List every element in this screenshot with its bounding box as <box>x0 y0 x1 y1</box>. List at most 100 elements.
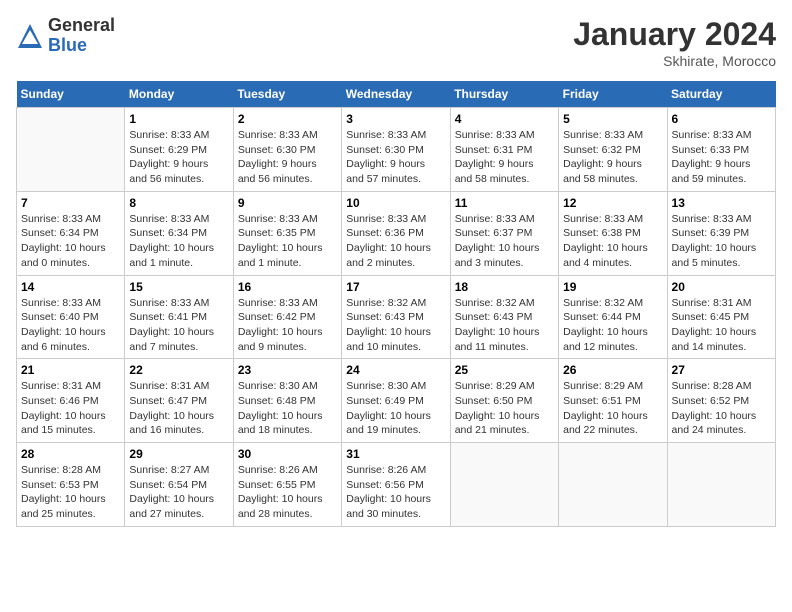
calendar-cell: 20Sunrise: 8:31 AM Sunset: 6:45 PM Dayli… <box>667 275 775 359</box>
day-number: 28 <box>21 447 120 461</box>
calendar-cell: 13 Sunrise: 8:33 AM Sunset: 6:39 PM Dayli… <box>667 191 775 275</box>
day-number: 14 <box>21 280 120 294</box>
calendar-cell: 11 Sunrise: 8:33 AM Sunset: 6:37 PM Dayli… <box>450 191 558 275</box>
day-number: 6 <box>672 112 771 126</box>
header-thursday: Thursday <box>450 81 558 108</box>
day-number: 27 <box>672 363 771 377</box>
day-info: Sunrise: 8:26 AM Sunset: 6:55 PM Dayligh… <box>238 463 337 522</box>
header-wednesday: Wednesday <box>342 81 450 108</box>
logo-blue: Blue <box>48 36 115 56</box>
day-info: Sunrise: 8:33 AM Sunset: 6:37 PM Dayligh… <box>455 212 554 271</box>
day-number: 10 <box>346 196 445 210</box>
day-info: Sunrise: 8:33 AM Sunset: 6:38 PM Dayligh… <box>563 212 662 271</box>
day-number: 7 <box>21 196 120 210</box>
calendar-cell <box>450 443 558 527</box>
day-number: 16 <box>238 280 337 294</box>
calendar-cell: 19Sunrise: 8:32 AM Sunset: 6:44 PM Dayli… <box>559 275 667 359</box>
calendar-cell: 18 Sunrise: 8:32 AM Sunset: 6:43 PM Dayli… <box>450 275 558 359</box>
logo-icon <box>16 22 44 50</box>
day-number: 15 <box>129 280 228 294</box>
day-number: 29 <box>129 447 228 461</box>
header-tuesday: Tuesday <box>233 81 341 108</box>
calendar-week-row: 21 Sunrise: 8:31 AM Sunset: 6:46 PM Dayli… <box>17 359 776 443</box>
page-header: General Blue January 2024 Skhirate, Moro… <box>16 16 776 69</box>
calendar-cell: 21 Sunrise: 8:31 AM Sunset: 6:46 PM Dayli… <box>17 359 125 443</box>
calendar-cell: 3Sunrise: 8:33 AM Sunset: 6:30 PM Daylig… <box>342 108 450 192</box>
day-number: 24 <box>346 363 445 377</box>
day-info: Sunrise: 8:30 AM Sunset: 6:48 PM Dayligh… <box>238 379 337 438</box>
day-number: 5 <box>563 112 662 126</box>
calendar-header-row: SundayMondayTuesdayWednesdayThursdayFrid… <box>17 81 776 108</box>
calendar-cell <box>17 108 125 192</box>
day-number: 25 <box>455 363 554 377</box>
day-info: Sunrise: 8:29 AM Sunset: 6:51 PM Dayligh… <box>563 379 662 438</box>
day-number: 31 <box>346 447 445 461</box>
day-info: Sunrise: 8:28 AM Sunset: 6:52 PM Dayligh… <box>672 379 771 438</box>
day-info: Sunrise: 8:31 AM Sunset: 6:47 PM Dayligh… <box>129 379 228 438</box>
calendar-week-row: 28 Sunrise: 8:28 AM Sunset: 6:53 PM Dayli… <box>17 443 776 527</box>
calendar-cell: 9Sunrise: 8:33 AM Sunset: 6:35 PM Daylig… <box>233 191 341 275</box>
calendar-cell: 22 Sunrise: 8:31 AM Sunset: 6:47 PM Dayli… <box>125 359 233 443</box>
day-number: 4 <box>455 112 554 126</box>
calendar-cell: 6 Sunrise: 8:33 AM Sunset: 6:33 PM Daylig… <box>667 108 775 192</box>
day-number: 30 <box>238 447 337 461</box>
calendar-cell: 24 Sunrise: 8:30 AM Sunset: 6:49 PM Dayli… <box>342 359 450 443</box>
day-info: Sunrise: 8:31 AM Sunset: 6:46 PM Dayligh… <box>21 379 120 438</box>
day-number: 21 <box>21 363 120 377</box>
logo-general: General <box>48 16 115 36</box>
calendar-cell: 29 Sunrise: 8:27 AM Sunset: 6:54 PM Dayli… <box>125 443 233 527</box>
calendar-cell: 15Sunrise: 8:33 AM Sunset: 6:41 PM Dayli… <box>125 275 233 359</box>
day-number: 22 <box>129 363 228 377</box>
day-info: Sunrise: 8:31 AM Sunset: 6:45 PM Dayligh… <box>672 296 771 355</box>
day-number: 9 <box>238 196 337 210</box>
calendar-week-row: 14Sunrise: 8:33 AM Sunset: 6:40 PM Dayli… <box>17 275 776 359</box>
calendar-week-row: 1Sunrise: 8:33 AM Sunset: 6:29 PM Daylig… <box>17 108 776 192</box>
calendar-cell: 14Sunrise: 8:33 AM Sunset: 6:40 PM Dayli… <box>17 275 125 359</box>
day-number: 12 <box>563 196 662 210</box>
day-info: Sunrise: 8:32 AM Sunset: 6:43 PM Dayligh… <box>346 296 445 355</box>
calendar-cell: 8 Sunrise: 8:33 AM Sunset: 6:34 PM Daylig… <box>125 191 233 275</box>
day-info: Sunrise: 8:33 AM Sunset: 6:39 PM Dayligh… <box>672 212 771 271</box>
day-info: Sunrise: 8:32 AM Sunset: 6:44 PM Dayligh… <box>563 296 662 355</box>
day-info: Sunrise: 8:28 AM Sunset: 6:53 PM Dayligh… <box>21 463 120 522</box>
day-number: 13 <box>672 196 771 210</box>
calendar-cell: 30 Sunrise: 8:26 AM Sunset: 6:55 PM Dayli… <box>233 443 341 527</box>
day-info: Sunrise: 8:27 AM Sunset: 6:54 PM Dayligh… <box>129 463 228 522</box>
calendar-cell: 5 Sunrise: 8:33 AM Sunset: 6:32 PM Daylig… <box>559 108 667 192</box>
day-info: Sunrise: 8:33 AM Sunset: 6:36 PM Dayligh… <box>346 212 445 271</box>
day-number: 23 <box>238 363 337 377</box>
month-title: January 2024 <box>573 16 776 53</box>
calendar-cell: 4Sunrise: 8:33 AM Sunset: 6:31 PM Daylig… <box>450 108 558 192</box>
calendar-cell: 25 Sunrise: 8:29 AM Sunset: 6:50 PM Dayli… <box>450 359 558 443</box>
calendar-cell: 27 Sunrise: 8:28 AM Sunset: 6:52 PM Dayli… <box>667 359 775 443</box>
day-info: Sunrise: 8:33 AM Sunset: 6:32 PM Dayligh… <box>563 128 662 187</box>
calendar-cell: 16 Sunrise: 8:33 AM Sunset: 6:42 PM Dayli… <box>233 275 341 359</box>
day-number: 8 <box>129 196 228 210</box>
day-info: Sunrise: 8:32 AM Sunset: 6:43 PM Dayligh… <box>455 296 554 355</box>
calendar-cell: 23 Sunrise: 8:30 AM Sunset: 6:48 PM Dayli… <box>233 359 341 443</box>
day-number: 18 <box>455 280 554 294</box>
day-info: Sunrise: 8:33 AM Sunset: 6:33 PM Dayligh… <box>672 128 771 187</box>
day-info: Sunrise: 8:33 AM Sunset: 6:30 PM Dayligh… <box>238 128 337 187</box>
header-saturday: Saturday <box>667 81 775 108</box>
title-block: January 2024 Skhirate, Morocco <box>573 16 776 69</box>
day-number: 2 <box>238 112 337 126</box>
calendar-cell: 2 Sunrise: 8:33 AM Sunset: 6:30 PM Daylig… <box>233 108 341 192</box>
calendar-cell: 31Sunrise: 8:26 AM Sunset: 6:56 PM Dayli… <box>342 443 450 527</box>
calendar-cell <box>559 443 667 527</box>
day-info: Sunrise: 8:29 AM Sunset: 6:50 PM Dayligh… <box>455 379 554 438</box>
calendar-cell: 1Sunrise: 8:33 AM Sunset: 6:29 PM Daylig… <box>125 108 233 192</box>
calendar-cell: 28 Sunrise: 8:28 AM Sunset: 6:53 PM Dayli… <box>17 443 125 527</box>
location-subtitle: Skhirate, Morocco <box>573 53 776 69</box>
header-sunday: Sunday <box>17 81 125 108</box>
day-info: Sunrise: 8:33 AM Sunset: 6:42 PM Dayligh… <box>238 296 337 355</box>
header-friday: Friday <box>559 81 667 108</box>
calendar-cell: 7Sunrise: 8:33 AM Sunset: 6:34 PM Daylig… <box>17 191 125 275</box>
calendar-cell: 26Sunrise: 8:29 AM Sunset: 6:51 PM Dayli… <box>559 359 667 443</box>
day-number: 11 <box>455 196 554 210</box>
day-info: Sunrise: 8:30 AM Sunset: 6:49 PM Dayligh… <box>346 379 445 438</box>
day-number: 3 <box>346 112 445 126</box>
logo: General Blue <box>16 16 115 56</box>
calendar-week-row: 7 Sunrise: 8:33 AM Sunset: 6:34 PM Daylig… <box>17 191 776 275</box>
day-info: Sunrise: 8:33 AM Sunset: 6:34 PM Dayligh… <box>129 212 228 271</box>
